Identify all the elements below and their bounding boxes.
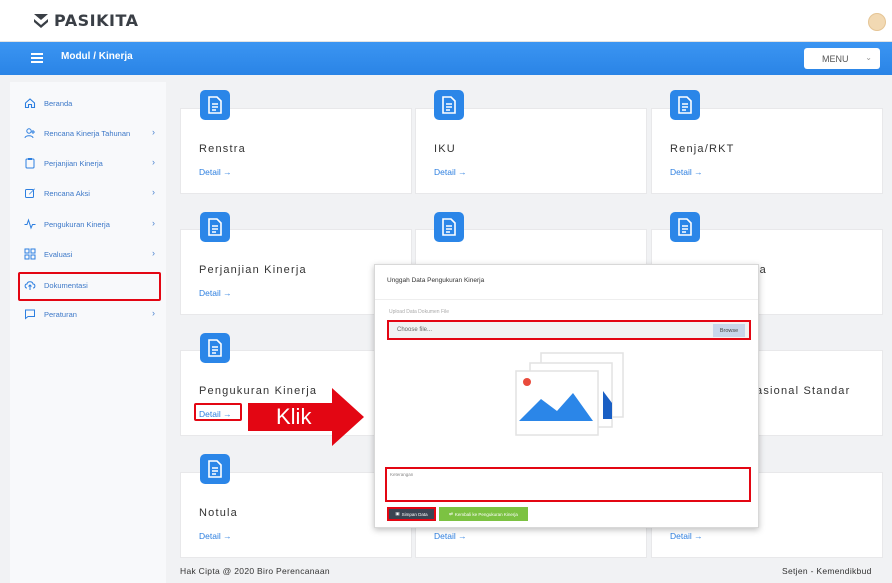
back-button[interactable]: ⇄ Kembali ke Pengukuran Kinerja [439, 507, 528, 521]
document-icon [200, 90, 230, 120]
card-detail-link[interactable]: Detail → [434, 531, 467, 541]
keterangan-textarea[interactable]: Keterangan [385, 467, 751, 502]
annotation-klik: Klik [276, 404, 312, 429]
card-detail-link[interactable]: Detail → [670, 167, 703, 177]
document-icon [670, 212, 700, 242]
activity-icon [24, 218, 36, 230]
sidebar-item-label: Evaluasi [44, 249, 73, 259]
card-iku[interactable]: IKU Detail → [415, 108, 647, 194]
sidebar-item-label: Pengukuran Kinerja [44, 219, 110, 229]
keterangan-placeholder: Keterangan [390, 472, 414, 477]
document-icon [434, 90, 464, 120]
message-icon [25, 309, 35, 320]
app-name: PASIKITA [54, 10, 139, 30]
grid-icon [24, 248, 36, 260]
save-button-label: Simpan Data [401, 511, 428, 517]
sidebar-item-evaluasi[interactable]: Evaluasi › [24, 246, 155, 262]
modal-title: Unggah Data Pengukuran Kinerja [387, 277, 485, 284]
sidebar-item-label: Peraturan [44, 309, 77, 319]
file-input[interactable]: Choose file... Browse [387, 320, 751, 340]
document-icon [200, 333, 230, 363]
file-label: Upload Data Dokumen File [389, 309, 450, 315]
chevron-right-icon: › [152, 187, 155, 197]
edit-icon [25, 188, 35, 198]
upload-modal: Unggah Data Pengukuran Kinerja Upload Da… [374, 264, 759, 528]
chevron-right-icon: › [152, 248, 155, 258]
breadcrumb: Modul / Kinerja [61, 51, 133, 62]
user-plus-icon [24, 128, 35, 139]
highlight-detail-link [194, 403, 242, 421]
sidebar-item-rencana-aksi[interactable]: Rencana Aksi › [24, 185, 155, 201]
home-icon [24, 98, 36, 109]
sidebar-item-peraturan[interactable]: Peraturan › [24, 306, 155, 322]
card-detail-link[interactable]: Detail → [670, 531, 703, 541]
sidebar-item-pengukuran-kinerja[interactable]: Pengukuran Kinerja › [24, 216, 155, 232]
document-icon [434, 212, 464, 242]
card-title: Perjanjian Kinerja [199, 264, 307, 276]
card-title: IKU [434, 143, 456, 155]
sidebar-item-perjanjian-kinerja[interactable]: Perjanjian Kinerja › [24, 155, 155, 171]
chevron-right-icon: › [152, 127, 155, 137]
card-detail-link[interactable]: Detail → [199, 288, 232, 298]
document-icon [200, 454, 230, 484]
image-placeholder-icon [515, 352, 624, 436]
chevron-right-icon: › [152, 308, 155, 318]
card-detail-link[interactable]: Detail → [199, 531, 232, 541]
avatar[interactable] [868, 13, 886, 31]
card-renstra[interactable]: Renstra Detail → [180, 108, 412, 194]
clipboard-icon [25, 158, 35, 169]
sidebar-item-beranda[interactable]: Beranda [24, 95, 72, 111]
save-button[interactable]: ▣ Simpan Data [387, 507, 436, 521]
menu-label: MENU [822, 53, 849, 64]
card-detail-link[interactable]: Detail → [434, 167, 467, 177]
hamburger-icon[interactable] [31, 53, 43, 63]
footer-org: Setjen - Kemendikbud [782, 566, 872, 576]
card-title: Renja/RKT [670, 143, 735, 155]
sidebar-item-label: Perjanjian Kinerja [44, 158, 103, 168]
back-button-label: Kembali ke Pengukuran Kinerja [454, 511, 518, 517]
card-title: Notula [199, 507, 238, 519]
sidebar-item-label: Rencana Aksi [44, 188, 90, 198]
sidebar-item-label: Rencana Kinerja Tahunan [44, 128, 131, 138]
menu-dropdown[interactable]: MENU ⌄ [804, 48, 880, 69]
sidebar-item-label: Beranda [44, 98, 73, 108]
card-detail-link[interactable]: Detail → [199, 167, 232, 177]
chevron-down-icon: ⌄ [865, 53, 872, 62]
card-renja-rkt[interactable]: Renja/RKT Detail → [651, 108, 883, 194]
highlight-dokumentasi [18, 272, 161, 301]
save-icon: ▣ [395, 511, 400, 516]
chevron-right-icon: › [152, 157, 155, 167]
module-bar: Modul / Kinerja MENU ⌄ [0, 42, 892, 75]
card-title: asional Standar [756, 385, 851, 397]
swap-icon: ⇄ [449, 511, 453, 516]
sidebar-item-rencana-kinerja-tahunan[interactable]: Rencana Kinerja Tahunan › [24, 125, 155, 141]
divider [375, 299, 758, 300]
app-logo[interactable]: PASIKITA [30, 9, 139, 31]
logo-icon [34, 14, 48, 28]
card-title: Renstra [199, 143, 246, 155]
footer-copyright: Hak Cipta @ 2020 Biro Perencanaan [180, 566, 330, 576]
top-bar: PASIKITA [0, 0, 892, 42]
chevron-right-icon: › [152, 218, 155, 228]
document-icon [670, 90, 700, 120]
file-placeholder: Choose file... [397, 327, 433, 333]
document-icon [200, 212, 230, 242]
browse-button[interactable]: Browse [713, 324, 745, 337]
